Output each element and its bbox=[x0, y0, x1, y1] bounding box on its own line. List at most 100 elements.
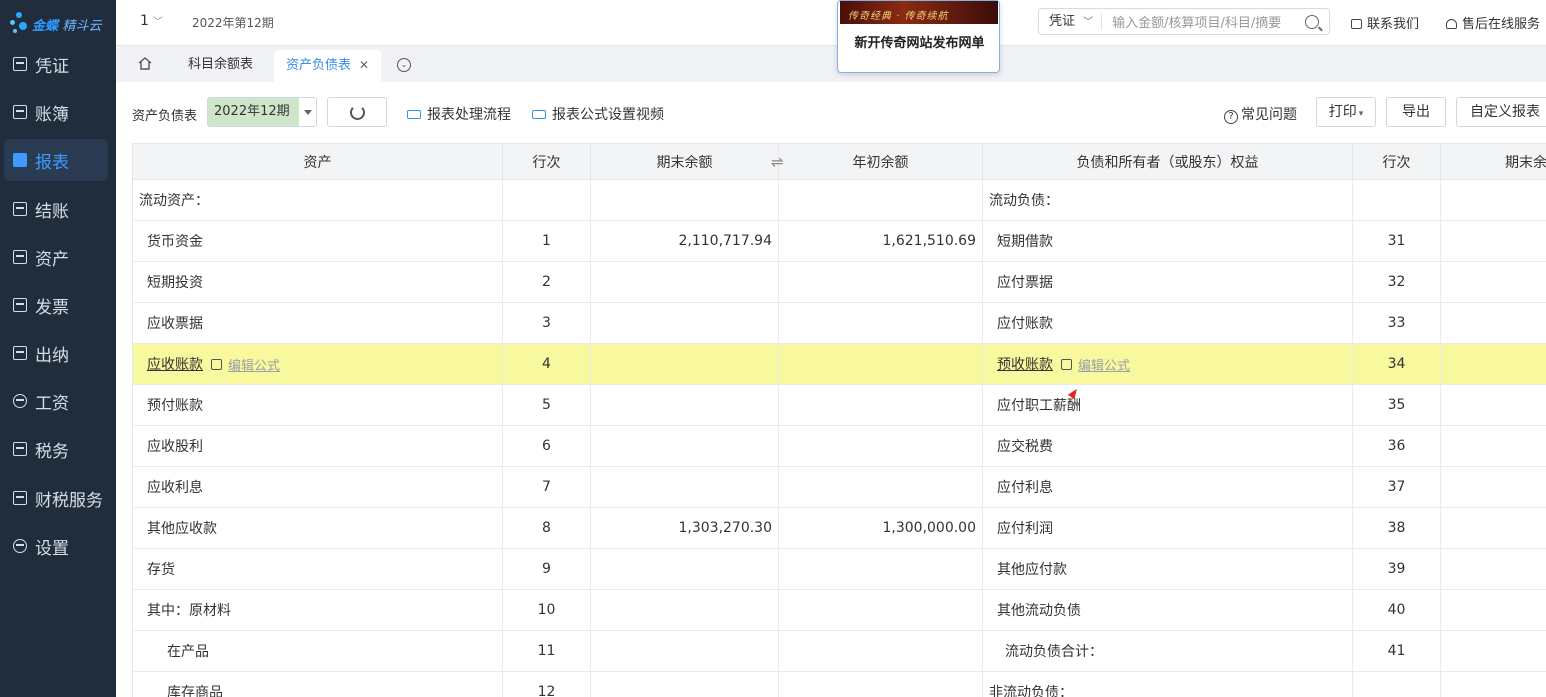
table-cell[interactable] bbox=[1441, 590, 1546, 630]
table-cell[interactable] bbox=[591, 631, 779, 671]
table-cell[interactable] bbox=[1441, 672, 1546, 697]
table-cell: 应收账款 编辑公式 bbox=[133, 344, 503, 384]
table-row[interactable]: 短期投资 2 应付票据 32 bbox=[133, 262, 1546, 303]
table-cell[interactable] bbox=[779, 303, 983, 343]
table-cell[interactable] bbox=[591, 672, 779, 697]
sidebar-item-5[interactable]: 发票 bbox=[4, 284, 108, 326]
edit-formula-link[interactable]: 编辑公式 bbox=[228, 355, 280, 374]
ad-title[interactable]: 新开传奇网站发布网单 bbox=[838, 32, 1001, 51]
table-cell[interactable] bbox=[591, 590, 779, 630]
table-cell[interactable]: 2,110,717.94 bbox=[591, 221, 779, 261]
contact-us-link[interactable]: 联系我们 bbox=[1351, 13, 1419, 32]
table-cell[interactable]: 1,303,270.30 bbox=[591, 508, 779, 548]
table-cell[interactable] bbox=[779, 549, 983, 589]
sidebar-item-6[interactable]: 出纳 bbox=[4, 332, 108, 374]
custom-report-button[interactable]: 自定义报表 bbox=[1456, 97, 1546, 127]
table-cell[interactable] bbox=[591, 344, 779, 384]
ad-banner-image[interactable]: 传奇经典 · 传奇续航 bbox=[840, 1, 998, 24]
column-header: 期末余额 bbox=[1441, 144, 1546, 179]
table-cell[interactable] bbox=[591, 303, 779, 343]
table-row[interactable]: 预付账款 5 应付职工薪酬 35 bbox=[133, 385, 1546, 426]
period-select[interactable]: 2022年12期 bbox=[207, 97, 317, 127]
table-row[interactable]: 在产品 11 流动负债合计： 411 bbox=[133, 631, 1546, 672]
table-cell[interactable] bbox=[779, 467, 983, 507]
table-cell[interactable] bbox=[779, 180, 983, 220]
formula-video-link[interactable]: 报表公式设置视频 bbox=[532, 104, 664, 124]
logo[interactable]: 金蝶 精斗云 bbox=[8, 10, 108, 40]
swap-columns-icon[interactable]: ⇌ bbox=[771, 153, 784, 171]
table-cell[interactable] bbox=[1441, 180, 1546, 220]
sidebar-item-1[interactable]: 账簿 bbox=[4, 91, 108, 133]
table-cell: 2 bbox=[503, 262, 591, 302]
faq-link[interactable]: ? 常见问题 bbox=[1224, 104, 1297, 124]
ad-popup[interactable]: 传奇经典 · 传奇续航 新开传奇网站发布网单 bbox=[837, 0, 1000, 73]
table-row[interactable]: 库存商品 12 非流动负债： bbox=[133, 672, 1546, 697]
refresh-button[interactable] bbox=[327, 97, 387, 127]
table-row[interactable]: 存货 9 其他应付款 391 bbox=[133, 549, 1546, 590]
account-selector[interactable]: 1 ﹀ bbox=[140, 13, 163, 29]
table-row[interactable]: 其中：原材料 10 其他流动负债 40 bbox=[133, 590, 1546, 631]
table-row[interactable]: 其他应收款 8 1,303,270.30 1,300,000.00 应付利润 38 bbox=[133, 508, 1546, 549]
row-label: 应付职工薪酬 bbox=[997, 398, 1081, 414]
table-row[interactable]: 流动资产： 流动负债： bbox=[133, 180, 1546, 221]
report-process-link[interactable]: 报表处理流程 bbox=[407, 104, 511, 124]
sidebar-item-label: 账簿 bbox=[35, 104, 69, 125]
table-cell[interactable] bbox=[1441, 303, 1546, 343]
sidebar-item-10[interactable]: 设置 bbox=[4, 525, 108, 567]
tab-more-icon[interactable]: ⌄ bbox=[397, 58, 411, 72]
table-cell[interactable] bbox=[591, 549, 779, 589]
tab-balance-sheet[interactable]: 资产负债表 ✕ bbox=[274, 50, 382, 82]
table-cell[interactable] bbox=[1441, 467, 1546, 507]
table-cell[interactable] bbox=[1441, 385, 1546, 425]
table-cell[interactable] bbox=[1441, 262, 1546, 302]
table-cell[interactable] bbox=[591, 426, 779, 466]
edit-icon[interactable] bbox=[1061, 358, 1072, 370]
table-cell[interactable] bbox=[779, 262, 983, 302]
column-header: 负债和所有者（或股东）权益 bbox=[983, 144, 1353, 179]
table-cell[interactable] bbox=[591, 180, 779, 220]
search-icon[interactable] bbox=[1305, 14, 1319, 29]
settings-icon bbox=[13, 539, 27, 553]
table-cell[interactable]: 1,621,510.69 bbox=[779, 221, 983, 261]
search-box[interactable]: 凭证 ﹀ 输入金额/核算项目/科目/摘要 bbox=[1038, 8, 1330, 35]
sidebar-item-3[interactable]: 结账 bbox=[4, 188, 108, 230]
table-row[interactable]: 应收利息 7 应付利息 37 bbox=[133, 467, 1546, 508]
print-button[interactable]: 打印 ▾ bbox=[1316, 97, 1376, 127]
search-input[interactable]: 输入金额/核算项目/科目/摘要 bbox=[1102, 12, 1305, 31]
table-cell[interactable] bbox=[779, 344, 983, 384]
close-icon[interactable]: ✕ bbox=[359, 58, 369, 72]
table-row[interactable]: 应收股利 6 应交税费 36 bbox=[133, 426, 1546, 467]
table-cell[interactable]: 1 bbox=[1441, 549, 1546, 589]
edit-formula-link[interactable]: 编辑公式 bbox=[1078, 355, 1130, 374]
table-cell[interactable] bbox=[591, 385, 779, 425]
sidebar-item-0[interactable]: 凭证 bbox=[4, 43, 108, 85]
sidebar-item-4[interactable]: 资产 bbox=[4, 236, 108, 278]
table-cell[interactable] bbox=[1441, 426, 1546, 466]
sidebar-item-8[interactable]: 税务 bbox=[4, 428, 108, 470]
table-cell[interactable] bbox=[779, 590, 983, 630]
sidebar-item-7[interactable]: 工资 bbox=[4, 380, 108, 422]
search-type-select[interactable]: 凭证 ﹀ bbox=[1039, 13, 1103, 30]
table-cell[interactable] bbox=[591, 262, 779, 302]
table-cell[interactable] bbox=[1441, 508, 1546, 548]
sidebar-item-2[interactable]: 报表 bbox=[4, 139, 108, 181]
export-button[interactable]: 导出 bbox=[1386, 97, 1446, 127]
table-row[interactable]: 应收票据 3 应付账款 33 bbox=[133, 303, 1546, 344]
brand-name: 金蝶 精斗云 bbox=[32, 19, 102, 34]
table-cell[interactable]: 1,300,000.00 bbox=[779, 508, 983, 548]
table-cell[interactable] bbox=[779, 426, 983, 466]
table-row[interactable]: 应收账款 编辑公式 4 预收账款 编辑公式 34 bbox=[133, 344, 1546, 385]
table-row[interactable]: 货币资金 1 2,110,717.94 1,621,510.69 短期借款 31 bbox=[133, 221, 1546, 262]
tab-account-balance[interactable]: 科目余额表 bbox=[176, 50, 265, 82]
home-icon[interactable] bbox=[138, 57, 152, 70]
table-cell[interactable] bbox=[591, 467, 779, 507]
sidebar-item-9[interactable]: 财税服务 bbox=[4, 477, 108, 519]
table-cell[interactable] bbox=[779, 385, 983, 425]
table-cell[interactable] bbox=[779, 672, 983, 697]
table-cell[interactable] bbox=[1441, 344, 1546, 384]
edit-icon[interactable] bbox=[211, 358, 222, 370]
online-service-link[interactable]: 售后在线服务 bbox=[1446, 13, 1540, 32]
table-cell[interactable] bbox=[779, 631, 983, 671]
table-cell[interactable] bbox=[1441, 221, 1546, 261]
table-cell[interactable]: 1 bbox=[1441, 631, 1546, 671]
